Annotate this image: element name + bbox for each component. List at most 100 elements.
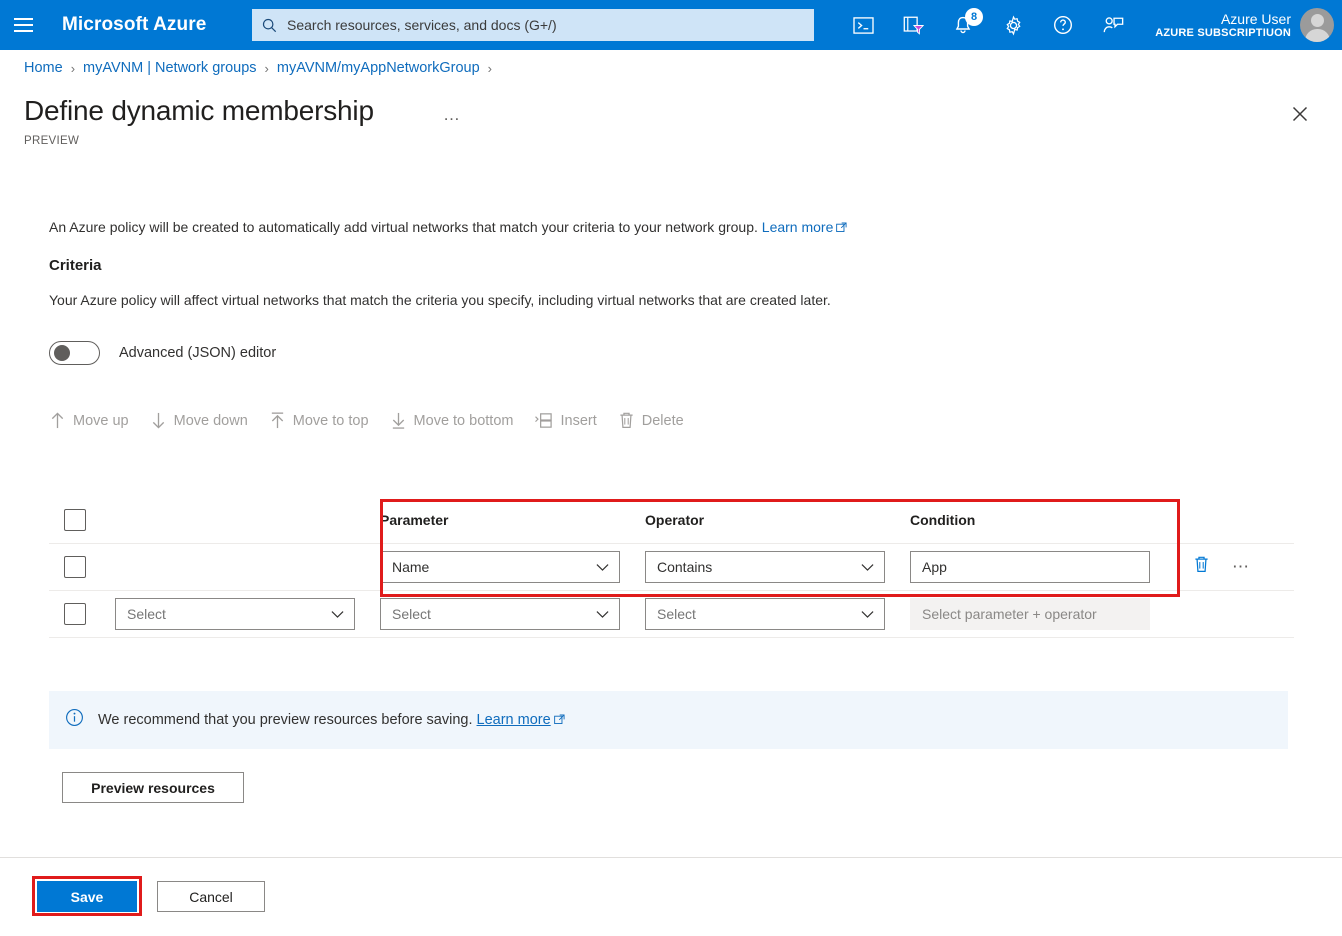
arrow-down-icon (150, 411, 167, 430)
insert-label: Insert (560, 413, 596, 429)
search-input[interactable] (285, 16, 804, 34)
notifications-bell-icon[interactable]: 8 (938, 0, 988, 50)
parameter-value: Name (392, 559, 429, 575)
parameter-dropdown[interactable]: Select (380, 598, 620, 630)
external-link-icon (554, 713, 565, 729)
chevron-down-icon (596, 563, 609, 572)
insert-row-icon (534, 411, 553, 430)
delete-button[interactable]: Delete (618, 411, 684, 430)
header-parameter: Parameter (380, 512, 645, 528)
operator-value: Select (657, 606, 696, 622)
move-to-top-label: Move to top (293, 413, 369, 429)
advanced-json-editor-toggle-row: Advanced (JSON) editor (49, 341, 276, 365)
row-group-cell: Select (115, 598, 380, 630)
info-banner-learn-more-link[interactable]: Learn more (477, 712, 551, 728)
select-all-checkbox[interactable] (64, 509, 86, 531)
row-checkbox[interactable] (64, 556, 86, 578)
directories-subscriptions-icon[interactable] (888, 0, 938, 50)
move-down-label: Move down (174, 413, 248, 429)
azure-brand-logo[interactable]: Microsoft Azure (62, 14, 206, 36)
header-operator: Operator (645, 512, 910, 528)
criteria-description: Your Azure policy will affect virtual ne… (49, 292, 831, 308)
search-icon (262, 18, 277, 33)
move-up-label: Move up (73, 413, 129, 429)
footer-divider (0, 857, 1342, 858)
breadcrumb-item-app-network-group[interactable]: myAVNM/myAppNetworkGroup (277, 60, 480, 76)
cloud-shell-icon[interactable] (838, 0, 888, 50)
select-all-cell (49, 509, 115, 531)
group-dropdown[interactable]: Select (115, 598, 355, 630)
criteria-command-bar: Move up Move down Move to top Move to bo… (49, 411, 705, 430)
table-row: Name Contains App ⋯ (49, 544, 1294, 591)
top-bar-icon-group: 8 (838, 0, 1138, 50)
move-down-button[interactable]: Move down (150, 411, 248, 430)
group-value: Select (127, 606, 166, 622)
preview-badge: PREVIEW (24, 135, 79, 147)
row-parameter-cell: Select (380, 598, 645, 630)
info-banner-text: We recommend that you preview resources … (98, 712, 473, 728)
row-parameter-cell: Name (380, 551, 645, 583)
table-row: Select Select Select Select parameter + … (49, 591, 1294, 638)
condition-input[interactable]: App (910, 551, 1150, 583)
account-menu[interactable]: Azure User AZURE SUBSCRIPTIUON (1155, 0, 1334, 50)
row-delete-icon[interactable] (1193, 555, 1210, 579)
row-select-cell (49, 556, 115, 578)
chevron-down-icon (331, 610, 344, 619)
row-condition-cell: Select parameter + operator (910, 598, 1175, 630)
row-operator-cell: Contains (645, 551, 910, 583)
page-title: Define dynamic membership (24, 95, 374, 127)
arrow-to-bottom-icon (390, 411, 407, 430)
advanced-json-editor-toggle[interactable] (49, 341, 100, 365)
header-condition: Condition (910, 512, 1175, 528)
chevron-right-icon: › (265, 61, 269, 76)
row-condition-cell: App (910, 551, 1175, 583)
page-more-actions-icon[interactable]: … (443, 105, 462, 125)
move-up-button[interactable]: Move up (49, 411, 129, 430)
chevron-down-icon (596, 610, 609, 619)
criteria-heading: Criteria (49, 257, 102, 274)
close-icon[interactable] (1286, 100, 1314, 128)
parameter-value: Select (392, 606, 431, 622)
row-more-actions-icon[interactable]: ⋯ (1232, 557, 1251, 577)
cancel-button[interactable]: Cancel (157, 881, 265, 912)
arrow-up-icon (49, 411, 66, 430)
help-question-icon[interactable] (1038, 0, 1088, 50)
move-to-top-button[interactable]: Move to top (269, 411, 369, 430)
move-to-bottom-button[interactable]: Move to bottom (390, 411, 514, 430)
settings-gear-icon[interactable] (988, 0, 1038, 50)
intro-text: An Azure policy will be created to autom… (49, 219, 847, 236)
intro-sentence: An Azure policy will be created to autom… (49, 219, 758, 235)
chevron-right-icon: › (71, 61, 75, 76)
info-banner-text-wrap: We recommend that you preview resources … (98, 712, 565, 729)
account-subscription: AZURE SUBSCRIPTIUON (1155, 27, 1291, 40)
intro-learn-more-link[interactable]: Learn more (762, 219, 834, 235)
row-checkbox[interactable] (64, 603, 86, 625)
info-circle-icon (65, 708, 84, 732)
condition-value: App (922, 559, 947, 575)
preview-resources-button[interactable]: Preview resources (62, 772, 244, 803)
breadcrumb-item-home[interactable]: Home (24, 60, 63, 76)
operator-dropdown[interactable]: Select (645, 598, 885, 630)
criteria-table: Parameter Operator Condition Name Contai… (49, 497, 1294, 638)
row-select-cell (49, 603, 115, 625)
condition-input-disabled: Select parameter + operator (910, 598, 1150, 630)
azure-top-bar: Microsoft Azure 8 Azure User AZURE (0, 0, 1342, 50)
row-operator-cell: Select (645, 598, 910, 630)
parameter-dropdown[interactable]: Name (380, 551, 620, 583)
advanced-json-editor-label: Advanced (JSON) editor (119, 345, 276, 361)
chevron-down-icon (861, 610, 874, 619)
insert-button[interactable]: Insert (534, 411, 596, 430)
move-to-bottom-label: Move to bottom (414, 413, 514, 429)
save-button[interactable]: Save (37, 881, 137, 912)
arrow-to-top-icon (269, 411, 286, 430)
feedback-icon[interactable] (1088, 0, 1138, 50)
operator-dropdown[interactable]: Contains (645, 551, 885, 583)
user-avatar-icon[interactable] (1300, 8, 1334, 42)
hamburger-menu-icon[interactable] (0, 0, 46, 50)
breadcrumb: Home › myAVNM | Network groups › myAVNM/… (24, 60, 492, 76)
condition-placeholder: Select parameter + operator (922, 606, 1097, 622)
operator-value: Contains (657, 559, 712, 575)
global-search-box[interactable] (252, 9, 814, 41)
account-user-name: Azure User (1155, 11, 1291, 27)
breadcrumb-item-network-groups[interactable]: myAVNM | Network groups (83, 60, 257, 76)
